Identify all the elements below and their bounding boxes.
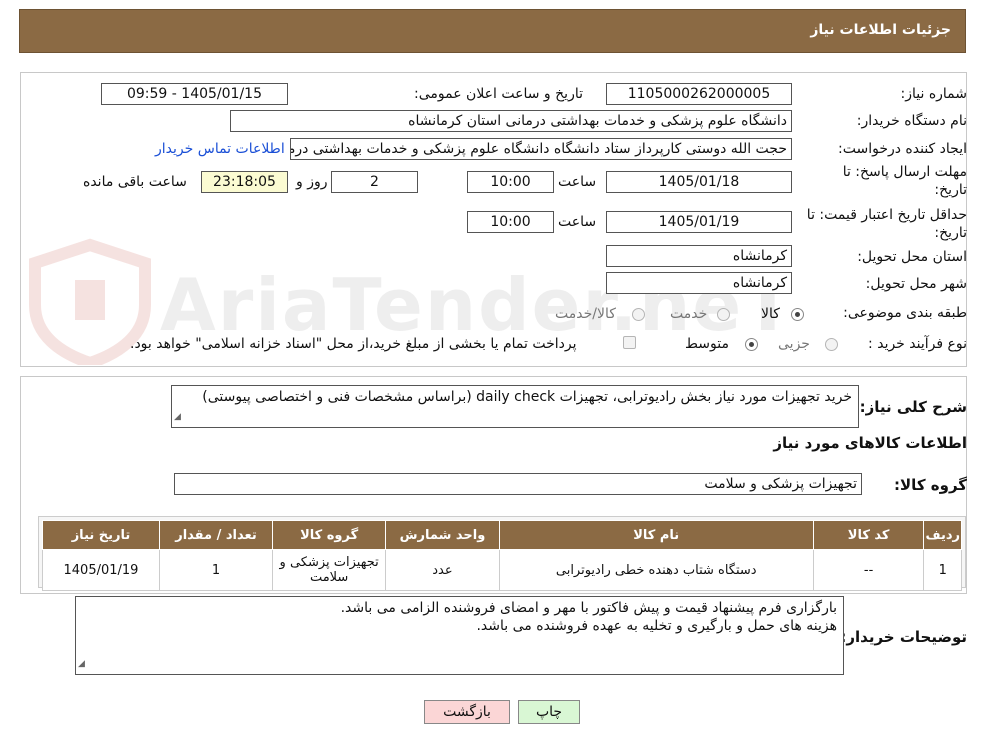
cell-code: -- [812,549,925,591]
validity-label: حداقل تاریخ اعتبار قیمت: تا تاریخ: [807,206,967,242]
announce-field: 1405/01/15 - 09:59 [101,83,288,105]
col-code: کد کالا [812,520,925,550]
need-number-label: شماره نیاز: [900,86,968,102]
deadline-date-field: 1405/01/18 [606,171,792,193]
cell-date: 1405/01/19 [42,549,160,591]
deadline-label-line2: تاریخ: [934,182,967,198]
description-text: خرید تجهیزات مورد نیاز بخش رادیوترابی، ت… [202,389,852,405]
days-field: 2 [331,171,418,193]
cell-name: دستگاه شتاب دهنده خطی رادیوترابی [498,549,814,591]
col-row: ردیف [923,520,962,550]
back-button[interactable]: بازگشت [424,700,510,724]
days-label: روز و [296,174,328,190]
col-qty: تعداد / مقدار [158,520,274,550]
goods-group-field: تجهیزات پزشکی و سلامت [174,473,862,495]
buyer-notes-textarea: بارگزاری فرم پیشنهاد قیمت و پیش فاکتور ب… [75,596,844,675]
category-label: طبقه بندی موضوعی: [843,305,967,321]
category-option-goods-service: کالا/خدمت [555,306,616,322]
cell-qty: 1 [158,549,274,591]
category-radio-goods-service[interactable] [632,308,645,321]
creator-label: ایجاد کننده درخواست: [838,141,967,157]
remaining-time-label: ساعت باقی مانده [83,174,187,190]
buyer-notes-line1: بارگزاری فرم پیشنهاد قیمت و پیش فاکتور ب… [340,600,837,616]
page-header: جزئیات اطلاعات نیاز [19,9,966,53]
col-group: گروه کالا [272,520,387,550]
goods-section-title: اطلاعات کالاهای مورد نیاز [773,434,967,452]
resize-grip-icon: ◢ [174,412,181,422]
deadline-label-line1: مهلت ارسال پاسخ: تا [842,164,967,180]
process-option-minor: جزیی [778,336,810,352]
category-option-goods: کالا [761,306,780,322]
items-table: ردیف کد کالا نام کالا واحد شمارش گروه کا… [42,520,962,591]
validity-label-line1: حداقل تاریخ اعتبار قیمت: تا [806,207,967,223]
description-label: شرح کلی نیاز: [859,398,967,416]
col-name: نام کالا [498,520,814,550]
treasury-payment-note: پرداخت تمام یا بخشی از مبلغ خرید،از محل … [130,336,577,352]
validity-time-label: ساعت [558,214,597,230]
process-radio-minor[interactable] [825,338,838,351]
table-row: 1 -- دستگاه شتاب دهنده خطی رادیوترابی عد… [42,549,962,591]
province-label: استان محل تحویل: [857,249,967,265]
col-unit: واحد شمارش [385,520,500,550]
print-button[interactable]: چاپ [518,700,580,724]
goods-group-label: گروه کالا: [894,476,967,494]
deadline-label: مهلت ارسال پاسخ: تا تاریخ: [843,163,967,199]
announce-label: تاریخ و ساعت اعلان عمومی: [414,86,583,102]
buyer-notes-label: توضیحات خریدار: [840,628,967,646]
cell-group: تجهیزات پزشکی و سلامت [272,549,387,591]
treasury-payment-checkbox[interactable] [623,336,636,349]
resize-grip-icon: ◢ [78,659,85,669]
page-title: جزئیات اطلاعات نیاز [810,22,951,38]
items-table-wrap: ردیف کد کالا نام کالا واحد شمارش گروه کا… [38,516,966,591]
buyer-contact-link[interactable]: اطلاعات تماس خریدار [155,141,285,157]
city-field: کرمانشاه [606,272,792,294]
validity-time-field: 10:00 [467,211,554,233]
remaining-time-field: 23:18:05 [201,171,288,193]
city-label: شهر محل تحویل: [865,276,967,292]
cell-row: 1 [923,549,962,591]
process-label: نوع فرآیند خرید : [868,336,967,352]
buyer-notes-line2: هزینه های حمل و بارگیری و تخلیه به عهده … [476,618,837,634]
category-radio-service[interactable] [717,308,730,321]
validity-date-field: 1405/01/19 [606,211,792,233]
validity-label-line2: تاریخ: [934,225,967,241]
deadline-time-field: 10:00 [467,171,554,193]
buyer-org-label: نام دستگاه خریدار: [856,113,967,129]
col-date: تاریخ نیاز [42,520,160,550]
buyer-org-field: دانشگاه علوم پزشکی و خدمات بهداشتی درمان… [230,110,792,132]
creator-field: حجت الله دوستی کارپرداز ستاد دانشگاه دان… [290,138,792,160]
cell-unit: عدد [385,549,500,591]
deadline-time-label: ساعت [558,174,597,190]
category-radio-goods[interactable] [791,308,804,321]
need-number-field: 1105000262000005 [606,83,792,105]
items-table-header: ردیف کد کالا نام کالا واحد شمارش گروه کا… [42,520,962,550]
category-option-service: خدمت [670,306,708,322]
province-field: کرمانشاه [606,245,792,267]
process-radio-medium[interactable] [745,338,758,351]
description-textarea: خرید تجهیزات مورد نیاز بخش رادیوترابی، ت… [171,385,859,428]
process-option-medium: متوسط [685,336,729,352]
